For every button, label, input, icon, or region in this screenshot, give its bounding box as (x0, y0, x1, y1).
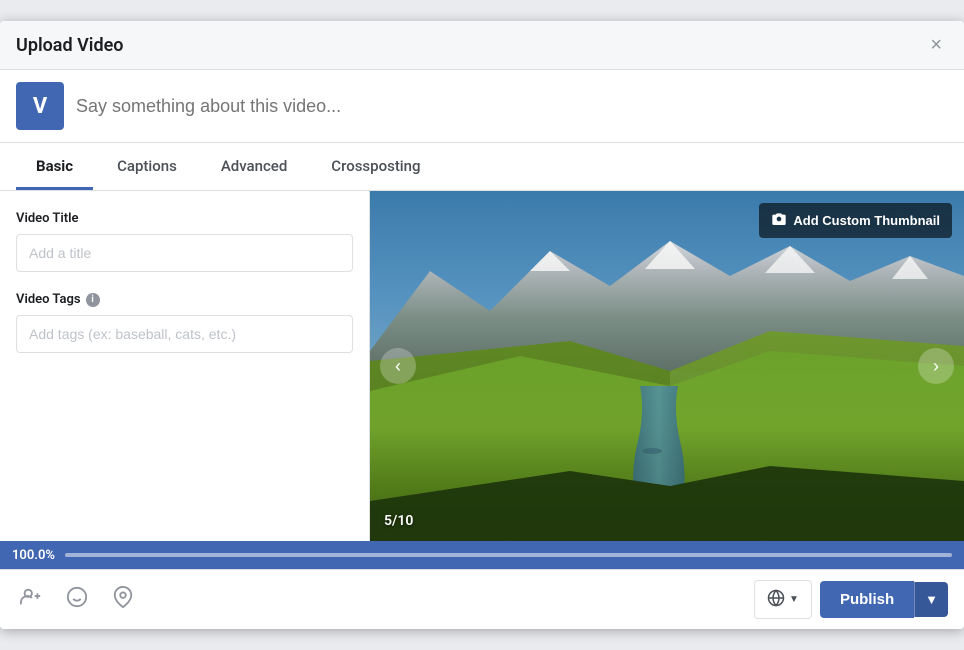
video-preview-panel: Add Custom Thumbnail ‹ › 5/10 (370, 191, 964, 541)
landscape-svg (370, 191, 964, 541)
tab-basic[interactable]: Basic (16, 143, 93, 190)
emoji-icon (66, 586, 88, 614)
video-tags-label: Video Tags i (16, 292, 353, 307)
progress-fill (65, 553, 952, 557)
video-title-group: Video Title (16, 211, 353, 272)
progress-text: 100.0% (12, 548, 55, 563)
globe-icon (767, 589, 785, 610)
tag-people-icon (20, 586, 42, 614)
publish-group: Publish ▼ (820, 581, 948, 618)
video-tags-input[interactable] (16, 315, 353, 353)
progress-bar-container: 100.0% (0, 541, 964, 569)
avatar: V (16, 82, 64, 130)
video-title-label: Video Title (16, 211, 353, 226)
publish-dropdown-icon: ▼ (925, 592, 938, 607)
tabs-bar: Basic Captions Advanced Crossposting (0, 143, 964, 191)
add-thumbnail-label: Add Custom Thumbnail (793, 213, 940, 228)
location-icon (112, 586, 134, 614)
chevron-left-icon: ‹ (395, 356, 401, 377)
tags-info-icon[interactable]: i (86, 293, 100, 307)
camera-icon (771, 211, 787, 230)
status-bar: V (0, 70, 964, 143)
publish-button[interactable]: Publish (820, 581, 914, 618)
status-input[interactable] (76, 96, 948, 117)
slide-counter: 5/10 (384, 513, 413, 529)
tag-people-button[interactable] (16, 582, 46, 618)
footer-right: ▼ Publish ▼ (754, 580, 948, 619)
close-button[interactable]: × (924, 33, 948, 57)
video-thumbnail: Add Custom Thumbnail ‹ › 5/10 (370, 191, 964, 541)
footer: ▼ Publish ▼ (0, 569, 964, 629)
prev-slide-button[interactable]: ‹ (380, 348, 416, 384)
publish-dropdown-button[interactable]: ▼ (914, 582, 948, 617)
left-panel: Video Title Video Tags i (0, 191, 370, 541)
upload-video-modal: Upload Video × V Basic Captions Advanced… (0, 21, 964, 629)
footer-left (16, 582, 138, 618)
tab-captions[interactable]: Captions (97, 143, 197, 190)
video-tags-group: Video Tags i (16, 292, 353, 353)
video-title-input[interactable] (16, 234, 353, 272)
emoji-button[interactable] (62, 582, 92, 618)
add-thumbnail-button[interactable]: Add Custom Thumbnail (759, 203, 952, 238)
audience-button[interactable]: ▼ (754, 580, 812, 619)
tab-crossposting[interactable]: Crossposting (311, 143, 440, 190)
location-button[interactable] (108, 582, 138, 618)
modal-title: Upload Video (16, 35, 123, 56)
content-area: Video Title Video Tags i (0, 191, 964, 541)
audience-dropdown-icon: ▼ (789, 594, 799, 605)
tab-advanced[interactable]: Advanced (201, 143, 307, 190)
modal-header: Upload Video × (0, 21, 964, 70)
next-slide-button[interactable]: › (918, 348, 954, 384)
chevron-right-icon: › (933, 356, 939, 377)
